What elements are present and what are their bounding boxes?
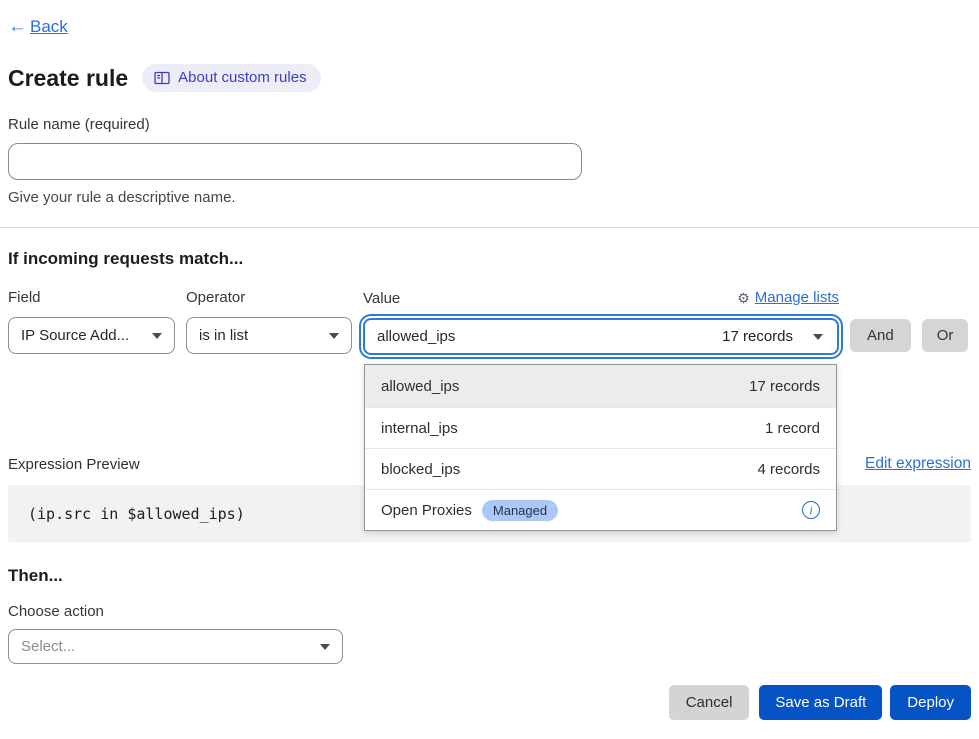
- chevron-down-icon: [320, 644, 330, 650]
- field-column: Field IP Source Add...: [8, 290, 175, 354]
- list-option-meta: 17 records: [749, 378, 820, 395]
- list-option-meta: 4 records: [757, 461, 820, 478]
- then-heading: Then...: [8, 566, 971, 586]
- chevron-down-icon: [813, 334, 823, 340]
- value-select[interactable]: allowed_ips 17 records: [363, 318, 839, 355]
- footer-actions: Cancel Save as Draft Deploy: [8, 685, 971, 720]
- list-option-allowed-ips[interactable]: allowed_ips 17 records: [365, 365, 836, 407]
- managed-badge: Managed: [482, 500, 558, 521]
- match-heading: If incoming requests match...: [8, 249, 971, 269]
- create-rule-page: ←Back Create rule About custom rules Rul…: [0, 0, 979, 739]
- list-option-meta: 1 record: [765, 420, 820, 437]
- about-custom-rules-link[interactable]: About custom rules: [142, 64, 320, 92]
- deploy-button[interactable]: Deploy: [890, 685, 971, 720]
- list-option-name: Open Proxies: [381, 502, 472, 519]
- rule-name-label: Rule name (required): [8, 116, 150, 133]
- list-option-name: internal_ips: [381, 420, 458, 437]
- cancel-button[interactable]: Cancel: [669, 685, 750, 720]
- or-button[interactable]: Or: [922, 319, 969, 352]
- back-link[interactable]: ←Back: [8, 16, 68, 38]
- and-button[interactable]: And: [850, 319, 911, 352]
- value-select-records: 17 records: [722, 328, 793, 345]
- edit-expression-link[interactable]: Edit expression: [865, 455, 971, 473]
- rule-name-input[interactable]: [8, 143, 582, 180]
- expression-code: (ip.src in $allowed_ips): [28, 505, 245, 523]
- field-select-value: IP Source Add...: [21, 327, 129, 344]
- rule-name-section: Rule name (required) Give your rule a de…: [8, 116, 971, 206]
- condition-row: Field IP Source Add... Operator is in li…: [8, 290, 971, 355]
- rule-name-helper-text: Give your rule a descriptive name.: [8, 189, 971, 206]
- choose-action-label: Choose action: [8, 603, 971, 620]
- save-as-draft-button[interactable]: Save as Draft: [759, 685, 882, 720]
- operator-select[interactable]: is in list: [186, 317, 352, 354]
- value-label: Value: [363, 291, 400, 307]
- back-arrow-icon: ←: [8, 16, 27, 38]
- about-custom-rules-label: About custom rules: [178, 69, 306, 86]
- info-icon[interactable]: i: [802, 501, 820, 519]
- value-select-value: allowed_ips: [377, 328, 455, 345]
- value-column: Value ⚙ Manage lists allowed_ips 17 reco…: [363, 290, 839, 355]
- list-option-name: allowed_ips: [381, 378, 459, 395]
- title-row: Create rule About custom rules: [8, 64, 971, 92]
- manage-lists-label: Manage lists: [755, 290, 839, 306]
- field-label: Field: [8, 290, 175, 306]
- manage-lists-link[interactable]: ⚙ Manage lists: [737, 290, 839, 306]
- list-option-internal-ips[interactable]: internal_ips 1 record: [365, 407, 836, 448]
- expression-preview-label: Expression Preview: [8, 456, 140, 473]
- list-option-blocked-ips[interactable]: blocked_ips 4 records: [365, 448, 836, 489]
- operator-column: Operator is in list: [186, 290, 352, 354]
- operator-select-value: is in list: [199, 327, 248, 344]
- value-label-row: Value ⚙ Manage lists: [363, 290, 839, 307]
- action-select-placeholder: Select...: [21, 638, 75, 655]
- field-select[interactable]: IP Source Add...: [8, 317, 175, 354]
- and-or-buttons: And Or: [850, 290, 968, 352]
- book-icon: [154, 71, 170, 85]
- list-option-open-proxies[interactable]: Open Proxies Managed i: [365, 489, 836, 530]
- back-link-label: Back: [30, 17, 68, 37]
- list-option-name: blocked_ips: [381, 461, 460, 478]
- action-select[interactable]: Select...: [8, 629, 343, 664]
- operator-label: Operator: [186, 290, 352, 306]
- list-dropdown: allowed_ips 17 records internal_ips 1 re…: [364, 364, 837, 531]
- gear-icon: ⚙: [737, 290, 750, 306]
- chevron-down-icon: [152, 333, 162, 339]
- chevron-down-icon: [329, 333, 339, 339]
- section-divider: [0, 227, 979, 228]
- page-title: Create rule: [8, 65, 128, 92]
